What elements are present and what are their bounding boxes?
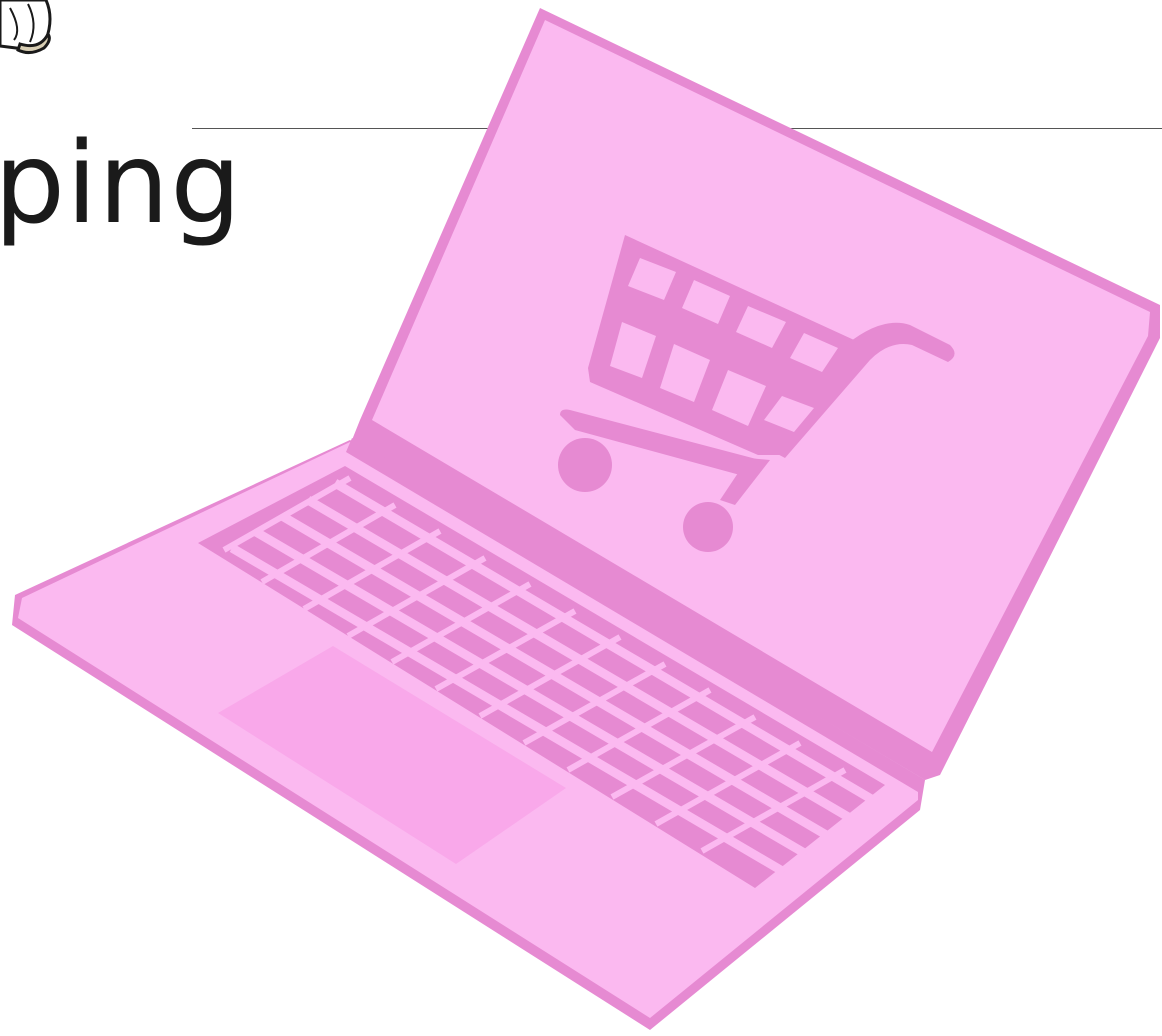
laptop-illustration bbox=[12, 8, 1160, 1030]
